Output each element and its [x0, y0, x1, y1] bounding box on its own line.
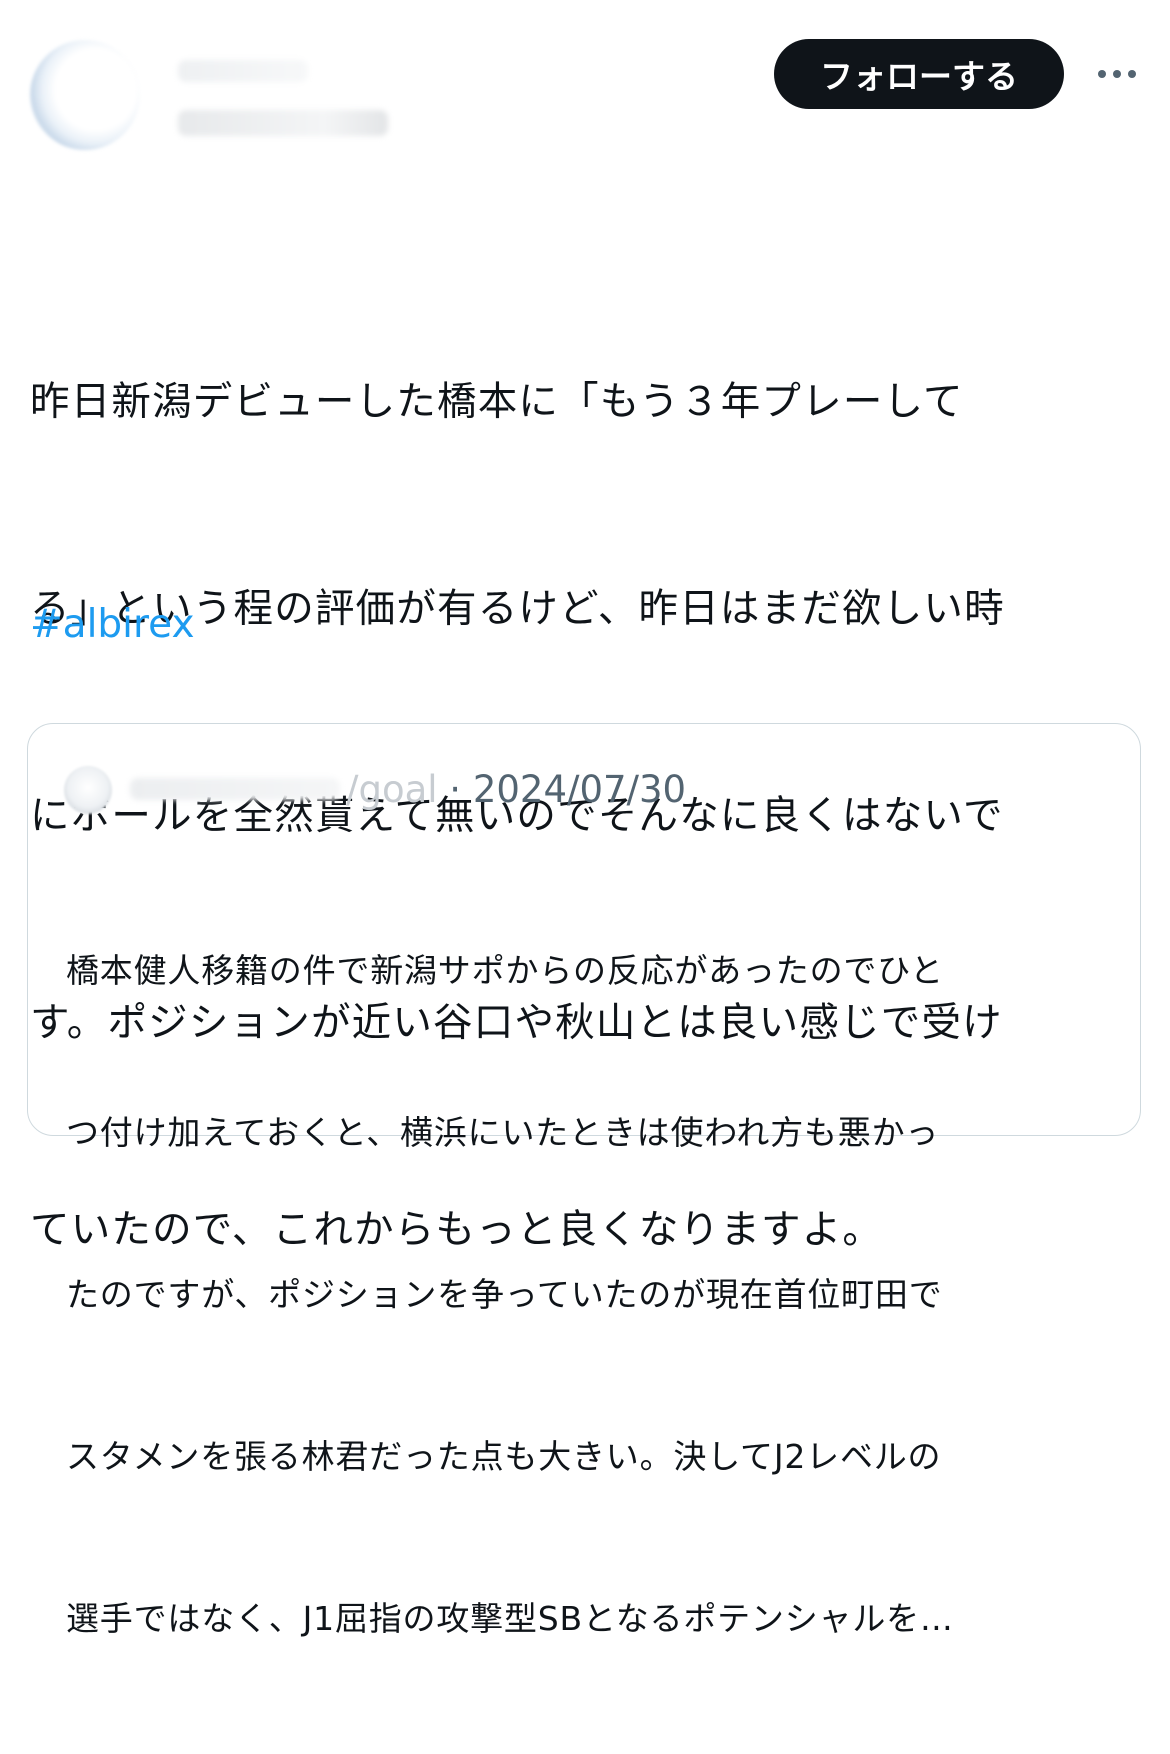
dot-icon [1098, 70, 1106, 78]
dot-icon [1113, 70, 1121, 78]
quoted-tweet-text: 橋本健人移籍の件で新潟サポからの反応があったのでひと つ付け加えておくと、横浜に… [66, 836, 1116, 1754]
dot-icon [1128, 70, 1136, 78]
quoted-tweet-card[interactable]: /goal · 2024/07/30 橋本健人移籍の件で新潟サポからの反応があっ… [27, 723, 1141, 1638]
quoted-line: 選手ではなく、J1屈指の攻撃型SBとなるポテンシャルを… [66, 1599, 954, 1638]
author-handle-blurred[interactable] [178, 110, 388, 136]
quoted-handle: /goal [346, 768, 438, 811]
more-options-icon[interactable] [1093, 58, 1141, 90]
tweet-line: る」という程の評価が有るけど、昨日はまだ欲しい時 [30, 586, 1005, 632]
quoted-line: スタメンを張る林君だった点も大きい。決してJ2レベルの [66, 1437, 942, 1476]
quoted-tweet-meta: /goal · 2024/07/30 [346, 764, 686, 816]
tweet-line: 昨日新潟デビューした橋本に「もう３年プレーして [30, 379, 964, 425]
follow-button[interactable]: フォローする [774, 39, 1064, 109]
user-avatar-icon[interactable] [30, 40, 140, 150]
quoted-author-name-blurred [130, 778, 340, 800]
quoted-date: 2024/07/30 [472, 768, 687, 811]
author-name-blurred[interactable] [178, 60, 308, 82]
quoted-user-avatar-icon [64, 766, 112, 814]
quoted-line: つ付け加えておくと、横浜にいたときは使われ方も悪かっ [66, 1113, 940, 1152]
hashtag-link[interactable]: #albirex [30, 590, 195, 659]
quoted-line: 橋本健人移籍の件で新潟サポからの反応があったのでひと [66, 951, 944, 990]
meta-separator: · [437, 768, 473, 811]
quoted-line: たのですが、ポジションを争っていたのが現在首位町田で [66, 1275, 943, 1314]
